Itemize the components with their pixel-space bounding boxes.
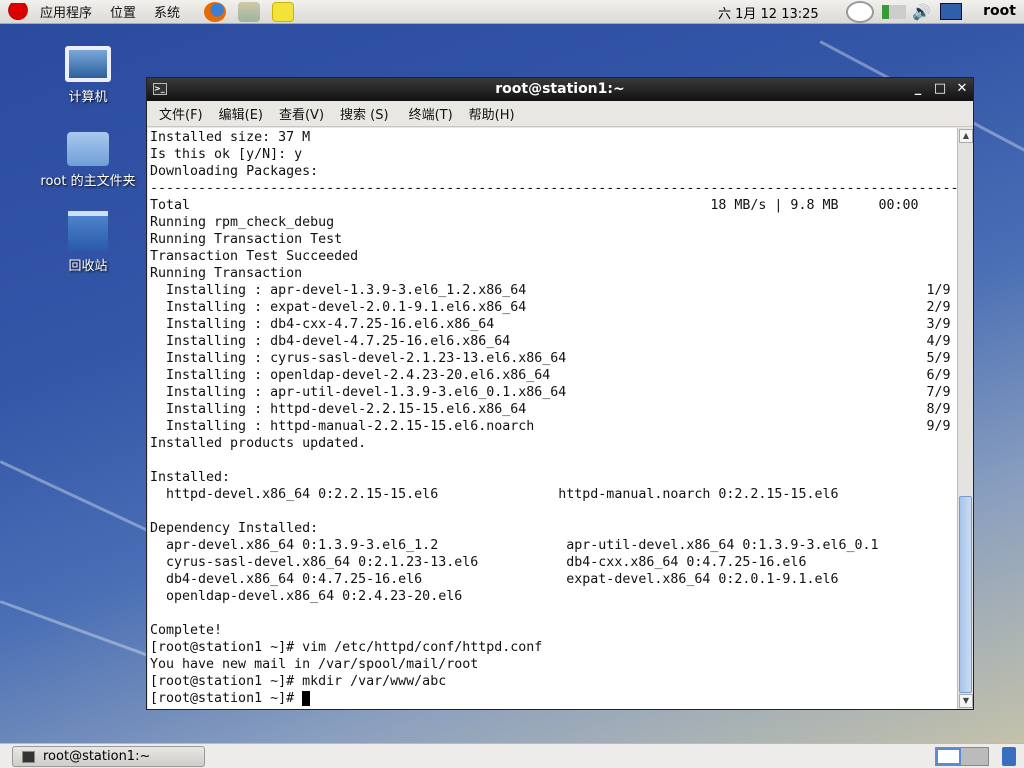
- minimize-button[interactable]: _: [909, 80, 927, 98]
- terminal-icon: >_: [153, 83, 167, 95]
- scroll-down-arrow[interactable]: ▼: [959, 694, 973, 708]
- trash-icon: [68, 211, 108, 251]
- window-title: root@station1:~: [495, 81, 625, 97]
- menu-terminal[interactable]: 终端(T): [401, 104, 461, 123]
- desktop-icon-trash[interactable]: 回收站: [33, 211, 143, 274]
- maximize-button[interactable]: □: [931, 80, 949, 98]
- scrollbar[interactable]: ▲ ▼: [957, 128, 973, 709]
- user-name[interactable]: root: [983, 3, 1016, 19]
- menu-file[interactable]: 文件(F): [151, 104, 211, 123]
- workspace-1[interactable]: [936, 748, 961, 765]
- terminal-window: >_ root@station1:~ _ □ ✕ 文件(F) 编辑(E) 查看(…: [146, 77, 974, 710]
- menu-system[interactable]: 系统: [148, 2, 186, 21]
- scroll-up-arrow[interactable]: ▲: [959, 129, 973, 143]
- firefox-icon[interactable]: [204, 1, 227, 22]
- workspace-switcher[interactable]: [935, 747, 989, 766]
- terminal-text: Installed size: 37 M Is this ok [y/N]: y…: [150, 130, 957, 706]
- menu-view[interactable]: 查看(V): [271, 104, 332, 123]
- mail-icon[interactable]: [238, 1, 261, 22]
- menu-places[interactable]: 位置: [104, 2, 142, 21]
- desktop-icon-label: root 的主文件夹: [40, 174, 136, 189]
- taskbar: root@station1:~: [0, 743, 1024, 768]
- network-icon[interactable]: [940, 3, 962, 20]
- terminal-output[interactable]: Installed size: 37 M Is this ok [y/N]: y…: [148, 128, 957, 709]
- notes-icon[interactable]: [272, 1, 295, 22]
- desktop-icon-home[interactable]: root 的主文件夹: [33, 132, 143, 189]
- close-button[interactable]: ✕: [953, 80, 971, 98]
- menu-search[interactable]: 搜索 (S): [332, 104, 397, 123]
- redhat-logo-icon[interactable]: [6, 2, 30, 21]
- menu-edit[interactable]: 编辑(E): [211, 104, 271, 123]
- menu-applications[interactable]: 应用程序: [34, 2, 98, 21]
- window-titlebar[interactable]: >_ root@station1:~ _ □ ✕: [147, 78, 973, 101]
- clock[interactable]: 六 1月 12 13:25: [718, 3, 819, 22]
- menu-bar: 文件(F) 编辑(E) 查看(V) 搜索 (S) 终端(T) 帮助(H): [147, 101, 973, 127]
- taskbar-item-terminal[interactable]: root@station1:~: [12, 746, 205, 767]
- taskbar-item-label: root@station1:~: [43, 749, 151, 764]
- network-keyboard-icon[interactable]: [882, 5, 906, 19]
- volume-icon[interactable]: 🔊: [912, 3, 931, 21]
- home-folder-icon: [67, 132, 109, 166]
- terminal-cursor: [302, 691, 311, 706]
- top-panel: 应用程序 位置 系统 六 1月 12 13:25 🔊 root: [0, 0, 1024, 24]
- update-icon[interactable]: [846, 1, 874, 23]
- desktop-icon-computer[interactable]: 计算机: [33, 46, 143, 105]
- desktop-icon-label: 计算机: [68, 90, 108, 105]
- scrollbar-thumb[interactable]: [959, 496, 972, 693]
- menu-help[interactable]: 帮助(H): [461, 104, 523, 123]
- computer-icon: [65, 46, 111, 82]
- desktop-icon-label: 回收站: [68, 259, 108, 274]
- trash-applet-icon[interactable]: [1002, 747, 1016, 766]
- terminal-icon: [22, 751, 35, 763]
